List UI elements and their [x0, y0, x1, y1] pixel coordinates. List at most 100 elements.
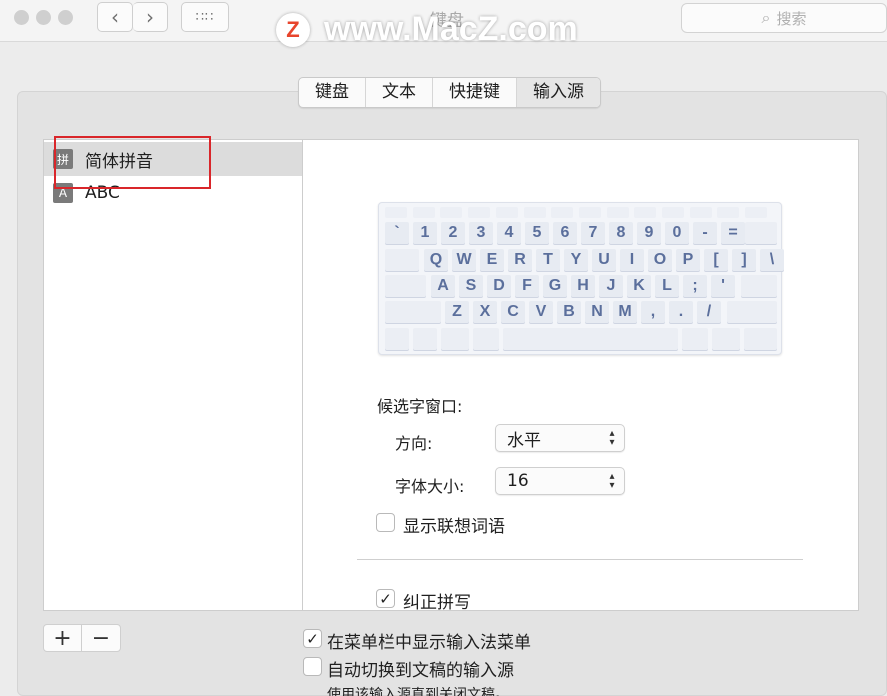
bottom-row-key	[441, 328, 469, 350]
keyboard-key: O	[648, 249, 672, 271]
bottom-row-key	[385, 328, 409, 350]
left-shift-key	[385, 301, 441, 323]
font-size-value: 16	[507, 471, 529, 491]
search-icon: ⌕	[761, 8, 771, 27]
add-input-source-button[interactable]: +	[44, 625, 83, 651]
bottom-row-key	[744, 328, 777, 350]
function-key	[385, 207, 407, 218]
function-key	[440, 207, 463, 218]
caps-lock-key	[385, 275, 426, 297]
keyboard-key: ;	[683, 275, 707, 297]
divider	[357, 559, 803, 560]
function-key	[689, 207, 712, 218]
list-item-abc[interactable]: A ABC	[44, 176, 302, 210]
keyboard-key: E	[480, 249, 504, 271]
title-bar: ‹ › ∷∷ 键盘 Z www.MacZ.com ⌕ 搜索	[0, 0, 887, 48]
keyboard-key: 8	[609, 222, 633, 244]
watermark: Z www.MacZ.com	[276, 10, 578, 49]
keyboard-key: R	[508, 249, 532, 271]
delete-key	[745, 222, 777, 244]
tab-key	[385, 249, 419, 271]
correct-spelling-checkbox[interactable]: ✓	[376, 589, 395, 608]
keyboard-key: 2	[441, 222, 465, 244]
font-size-select[interactable]: 16 ▴ ▾	[495, 467, 625, 495]
show-predictive-label: 显示联想词语	[403, 517, 505, 537]
bottom-row-key	[413, 328, 437, 350]
bottom-row-key	[503, 328, 678, 350]
bottom-row-key	[473, 328, 499, 350]
keyboard-key: Y	[564, 249, 588, 271]
function-key	[578, 207, 601, 218]
direction-value: 水平	[507, 430, 541, 451]
keyboard-key: X	[473, 301, 497, 323]
font-size-label: 字体大小:	[395, 477, 465, 496]
search-input[interactable]: ⌕ 搜索	[681, 3, 887, 33]
checkmark-icon: ✓	[379, 589, 392, 608]
keyboard-key: 0	[665, 222, 689, 244]
keyboard-key: A	[431, 275, 455, 297]
function-key	[606, 207, 629, 218]
keyboard-key: `	[385, 222, 409, 244]
chevron-left-icon: ‹	[111, 5, 119, 29]
keyboard-key: [	[704, 249, 728, 271]
function-key	[717, 207, 740, 218]
keyboard-key: C	[501, 301, 525, 323]
right-shift-key	[727, 301, 777, 323]
auto-switch-label: 自动切换到文稿的输入源	[327, 661, 514, 681]
list-item-label: ABC	[85, 183, 120, 203]
keyboard-key: ]	[732, 249, 756, 271]
keyboard-key: ,	[641, 301, 665, 323]
function-key	[412, 207, 435, 218]
list-item-simplified-pinyin[interactable]: 拼 简体拼音	[44, 142, 302, 176]
keyboard-key: N	[585, 301, 609, 323]
bottom-row-key	[712, 328, 740, 350]
function-key	[662, 207, 684, 218]
show-input-menu-label: 在菜单栏中显示输入法菜单	[327, 633, 531, 653]
show-predictive-checkbox[interactable]	[376, 513, 395, 532]
keyboard-key: D	[487, 275, 511, 297]
zoom-window-button[interactable]	[58, 10, 73, 25]
back-button[interactable]: ‹	[97, 2, 133, 32]
tab-keyboard[interactable]: 键盘	[299, 78, 366, 107]
function-key	[468, 207, 491, 218]
forward-button[interactable]: ›	[133, 2, 168, 32]
function-key	[634, 207, 657, 218]
show-all-button[interactable]: ∷∷	[181, 2, 229, 32]
auto-switch-checkbox[interactable]	[303, 657, 322, 676]
keyboard-key: Q	[424, 249, 448, 271]
tab-text[interactable]: 文本	[366, 78, 433, 107]
up-down-arrows-icon: ▴ ▾	[609, 471, 615, 491]
keyboard-key: /	[697, 301, 721, 323]
keyboard-key: 6	[553, 222, 577, 244]
direction-select[interactable]: 水平 ▴ ▾	[495, 424, 625, 452]
correct-spelling-label: 纠正拼写	[403, 593, 471, 613]
keyboard-key: .	[669, 301, 693, 323]
keyboard-key: T	[536, 249, 560, 271]
keyboard-layout-preview: ` 1 2 3 4 5 6 7 8 9 0- = Q W E R T Y U I O P[] \ A S D F G H J K L; ' Z X C…	[378, 202, 784, 355]
pinyin-icon: 拼	[53, 149, 73, 169]
close-window-button[interactable]	[14, 10, 29, 25]
function-key	[745, 207, 768, 218]
keyboard-key: =	[721, 222, 745, 244]
keyboard-key: 3	[469, 222, 493, 244]
keyboard-key: F	[515, 275, 539, 297]
function-key	[495, 207, 518, 218]
keyboard-key: L	[655, 275, 679, 297]
remove-input-source-button[interactable]: −	[82, 625, 120, 651]
function-key	[523, 207, 546, 218]
tab-shortcuts[interactable]: 快捷键	[433, 78, 517, 107]
keyboard-key: 9	[637, 222, 661, 244]
keyboard-key: Z	[445, 301, 469, 323]
keyboard-key: K	[627, 275, 651, 297]
keyboard-key: V	[529, 301, 553, 323]
keyboard-key: '	[711, 275, 735, 297]
list-item-label: 简体拼音	[85, 151, 153, 172]
tab-input-sources[interactable]: 输入源	[517, 78, 600, 107]
function-key	[551, 207, 574, 218]
grid-icon: ∷∷	[195, 9, 215, 25]
watermark-logo-icon: Z	[276, 12, 310, 47]
minimize-window-button[interactable]	[36, 10, 51, 25]
direction-label: 方向:	[395, 434, 433, 453]
show-input-menu-checkbox[interactable]: ✓	[303, 629, 322, 648]
keyboard-key: P	[676, 249, 700, 271]
